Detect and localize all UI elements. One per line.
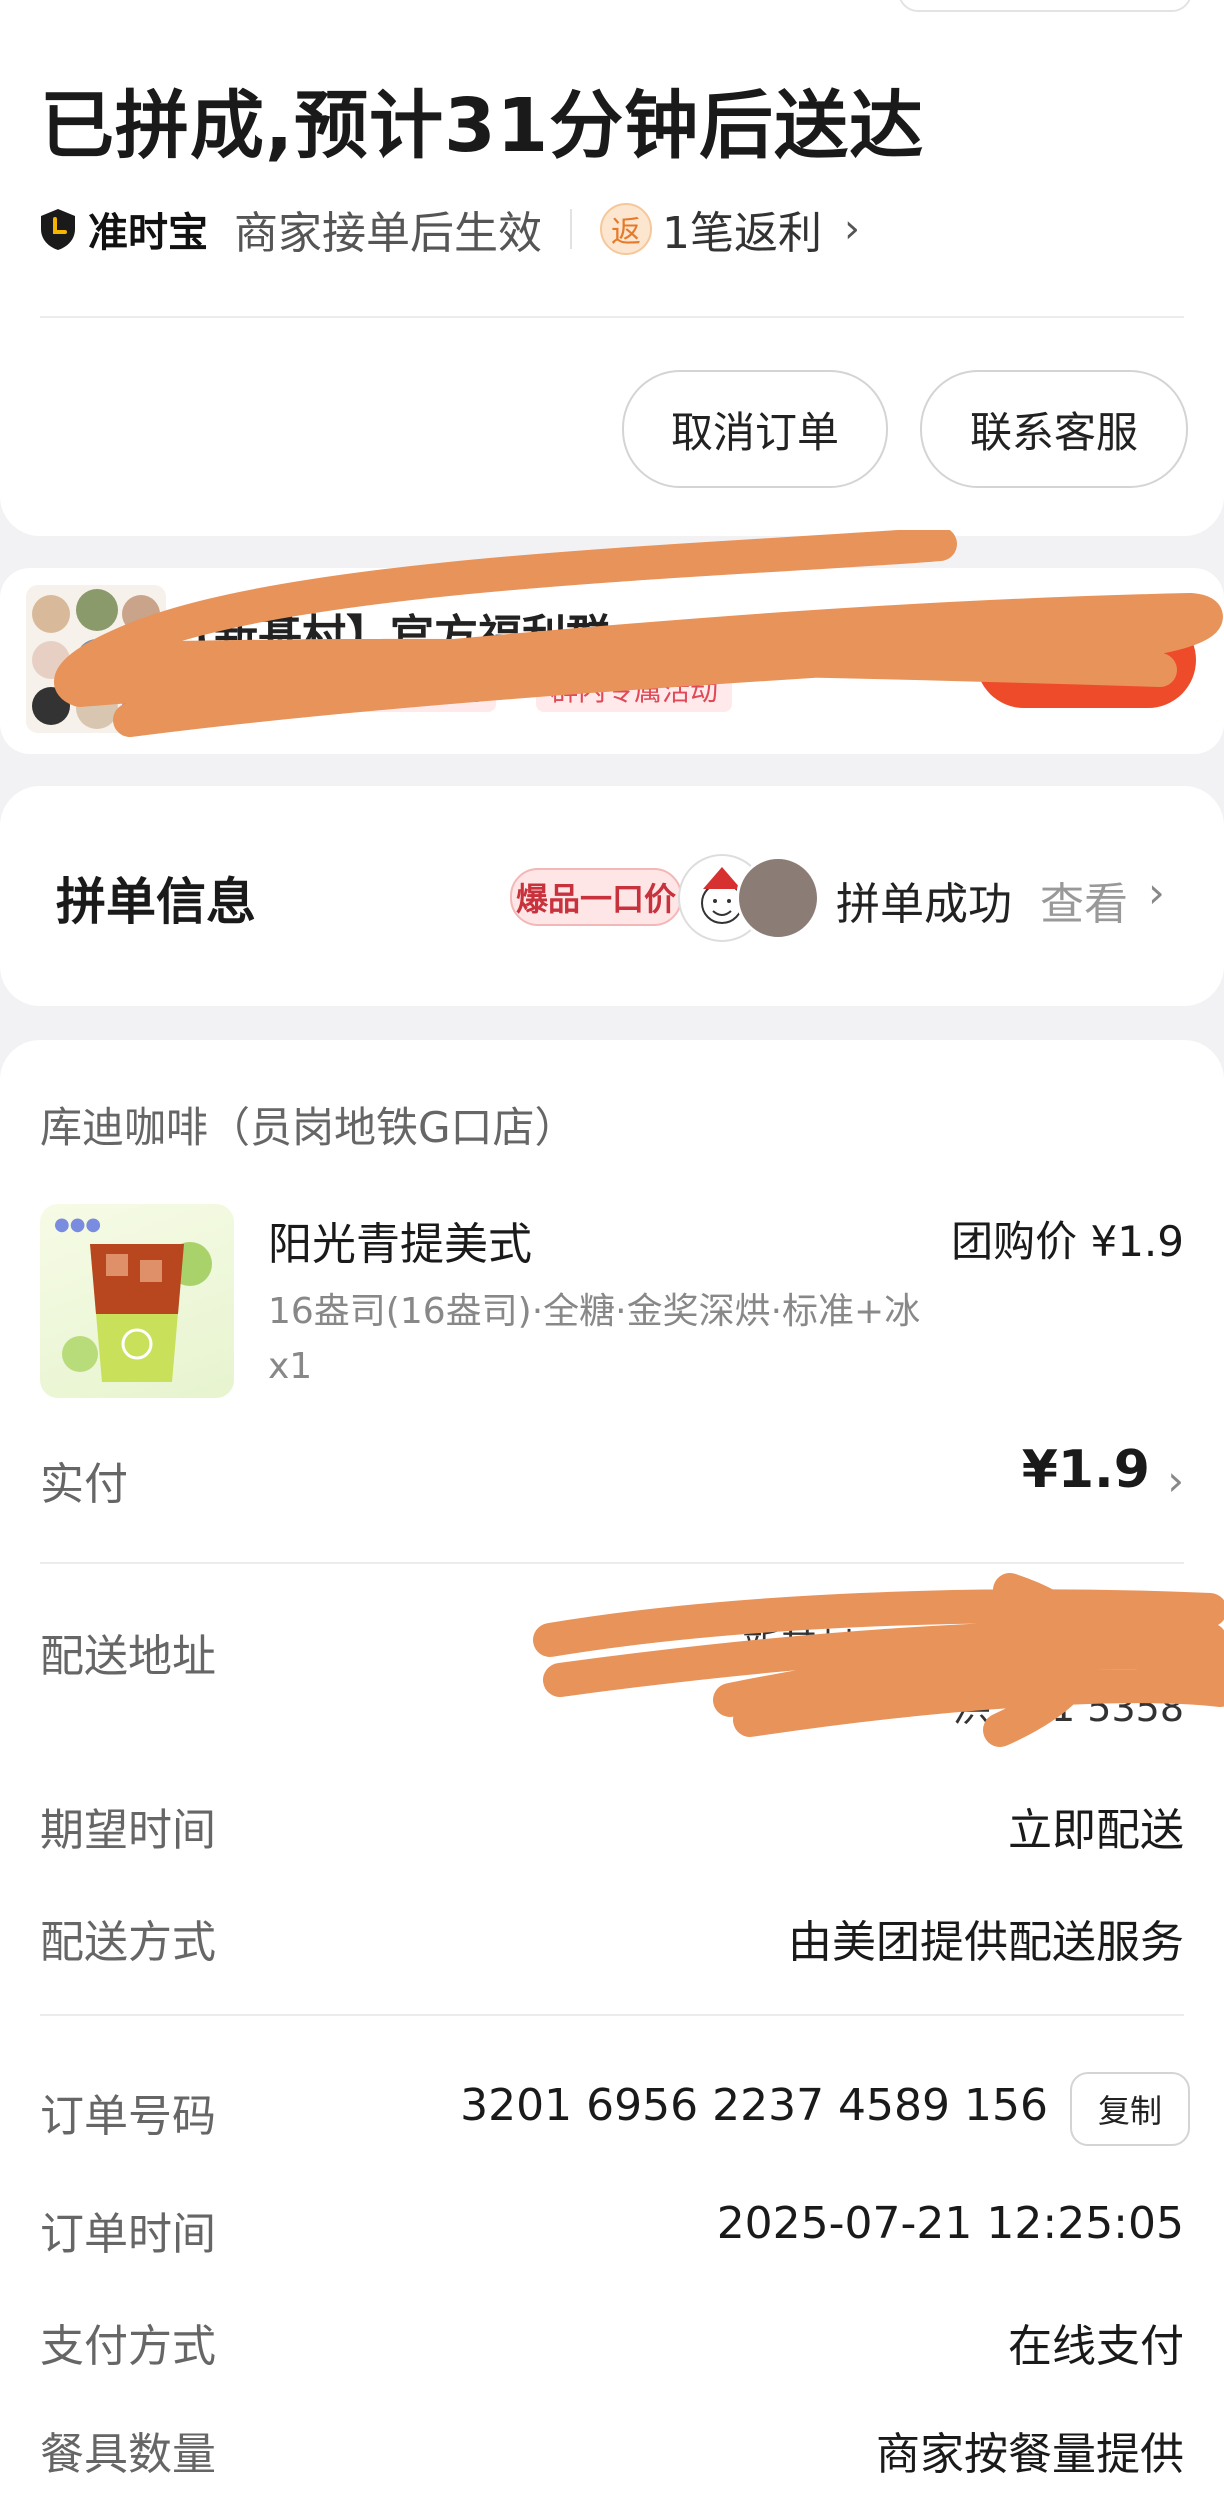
- expect-label: 期望时间: [40, 1805, 216, 1856]
- product-image: ●●●: [40, 1204, 234, 1398]
- avatar: [76, 589, 118, 631]
- paid-value[interactable]: ¥1.9: [1022, 1440, 1150, 1500]
- avatar: [736, 856, 820, 940]
- order-status-title: 已拼成,预计31分钟后送达: [40, 83, 925, 169]
- hot-price-badge: 爆品一口价: [510, 868, 682, 926]
- avatar: [76, 639, 118, 681]
- divider: [40, 316, 1184, 318]
- group-name: 【新基村】官方福利群: [170, 611, 610, 662]
- divider: [570, 209, 572, 249]
- address-label: 配送地址: [40, 1631, 216, 1682]
- rebate-link[interactable]: 1笔返利: [662, 197, 822, 261]
- chevron-right-icon[interactable]: ›: [844, 206, 860, 252]
- join-group-button[interactable]: 立即入群: [976, 612, 1196, 708]
- avatar: [122, 641, 160, 679]
- pindan-view-link[interactable]: 查看: [1040, 868, 1128, 932]
- order-time-value: 2025-07-21 12:25:05: [716, 2198, 1184, 2249]
- delivery-method-label: 配送方式: [40, 1917, 216, 1968]
- rebate-icon: 返: [600, 203, 652, 255]
- product-name: 阳光青提美式: [268, 1219, 532, 1270]
- iced-drink-icon: ●●●: [54, 1214, 212, 1382]
- divider: [40, 2014, 1184, 2016]
- paid-label: 实付: [40, 1459, 128, 1510]
- group-redpacket-tag: 群内专属红包: [300, 670, 497, 712]
- avatar: [32, 687, 70, 725]
- ontime-brand[interactable]: 准时宝: [88, 200, 208, 258]
- cancel-order-button[interactable]: 取消订单: [622, 370, 888, 488]
- product-price: 团购价 ¥1.9: [951, 1217, 1184, 1266]
- safe-tag: 安心: [178, 670, 263, 712]
- contact-service-button[interactable]: 联系客服: [920, 370, 1188, 488]
- order-number-label: 订单号码: [40, 2091, 216, 2142]
- shield-clock-icon: [41, 209, 75, 250]
- copy-button[interactable]: 复制: [1070, 2072, 1190, 2146]
- chevron-right-icon[interactable]: ›: [1167, 1456, 1184, 1505]
- payment-method-value: 在线支付: [1008, 2321, 1184, 2372]
- delivery-method-value: 由美团提供配送服务: [788, 1917, 1184, 1968]
- tableware-value: 商家按餐量提供: [876, 2429, 1184, 2480]
- group-activity-tag: 群内专属活动: [536, 670, 733, 712]
- expect-value: 立即配送: [1008, 1805, 1184, 1856]
- avatar: [122, 595, 160, 633]
- svg-text:●●●: ●●●: [54, 1214, 101, 1235]
- divider: [40, 1562, 1184, 1564]
- avatar: [32, 641, 70, 679]
- group-avatar-grid: [26, 585, 166, 733]
- pindan-status: 拼单成功: [836, 879, 1012, 930]
- avatar: [122, 687, 160, 725]
- pindan-title: 拼单信息: [56, 873, 256, 931]
- status-sub-row: 准时宝 商家接单后生效 返 1笔返利 ›: [38, 196, 860, 262]
- address-value: 新基村委会创新科技园2楼 洪 131 5358: [742, 1618, 1184, 1738]
- payment-method-label: 支付方式: [40, 2321, 216, 2372]
- order-time-label: 订单时间: [40, 2209, 216, 2260]
- product-quantity: x1: [268, 1346, 313, 1387]
- shop-name[interactable]: 库迪咖啡（员岗地铁G口店）: [40, 1094, 577, 1155]
- order-number-value: 3201 6956 2237 4589 156: [460, 2080, 1048, 2131]
- address-line-1: 新基村委会创新科技园2楼: [741, 1626, 1184, 1670]
- top-chip[interactable]: [898, 0, 1192, 12]
- product-spec: 16盎司(16盎司)·全糖·金奖深烘·标准+冰: [268, 1291, 921, 1332]
- avatar: [76, 687, 118, 729]
- address-line-2: 洪 131 5358: [952, 1686, 1184, 1730]
- order-status-card: 已拼成,预计31分钟后送达 准时宝 商家接单后生效 返 1笔返利 › 取消订单 …: [0, 0, 1224, 536]
- tableware-label: 餐具数量: [40, 2429, 216, 2480]
- avatar: [32, 595, 70, 633]
- ontime-desc: 商家接单后生效: [234, 208, 542, 259]
- chevron-right-icon[interactable]: ›: [1148, 868, 1165, 917]
